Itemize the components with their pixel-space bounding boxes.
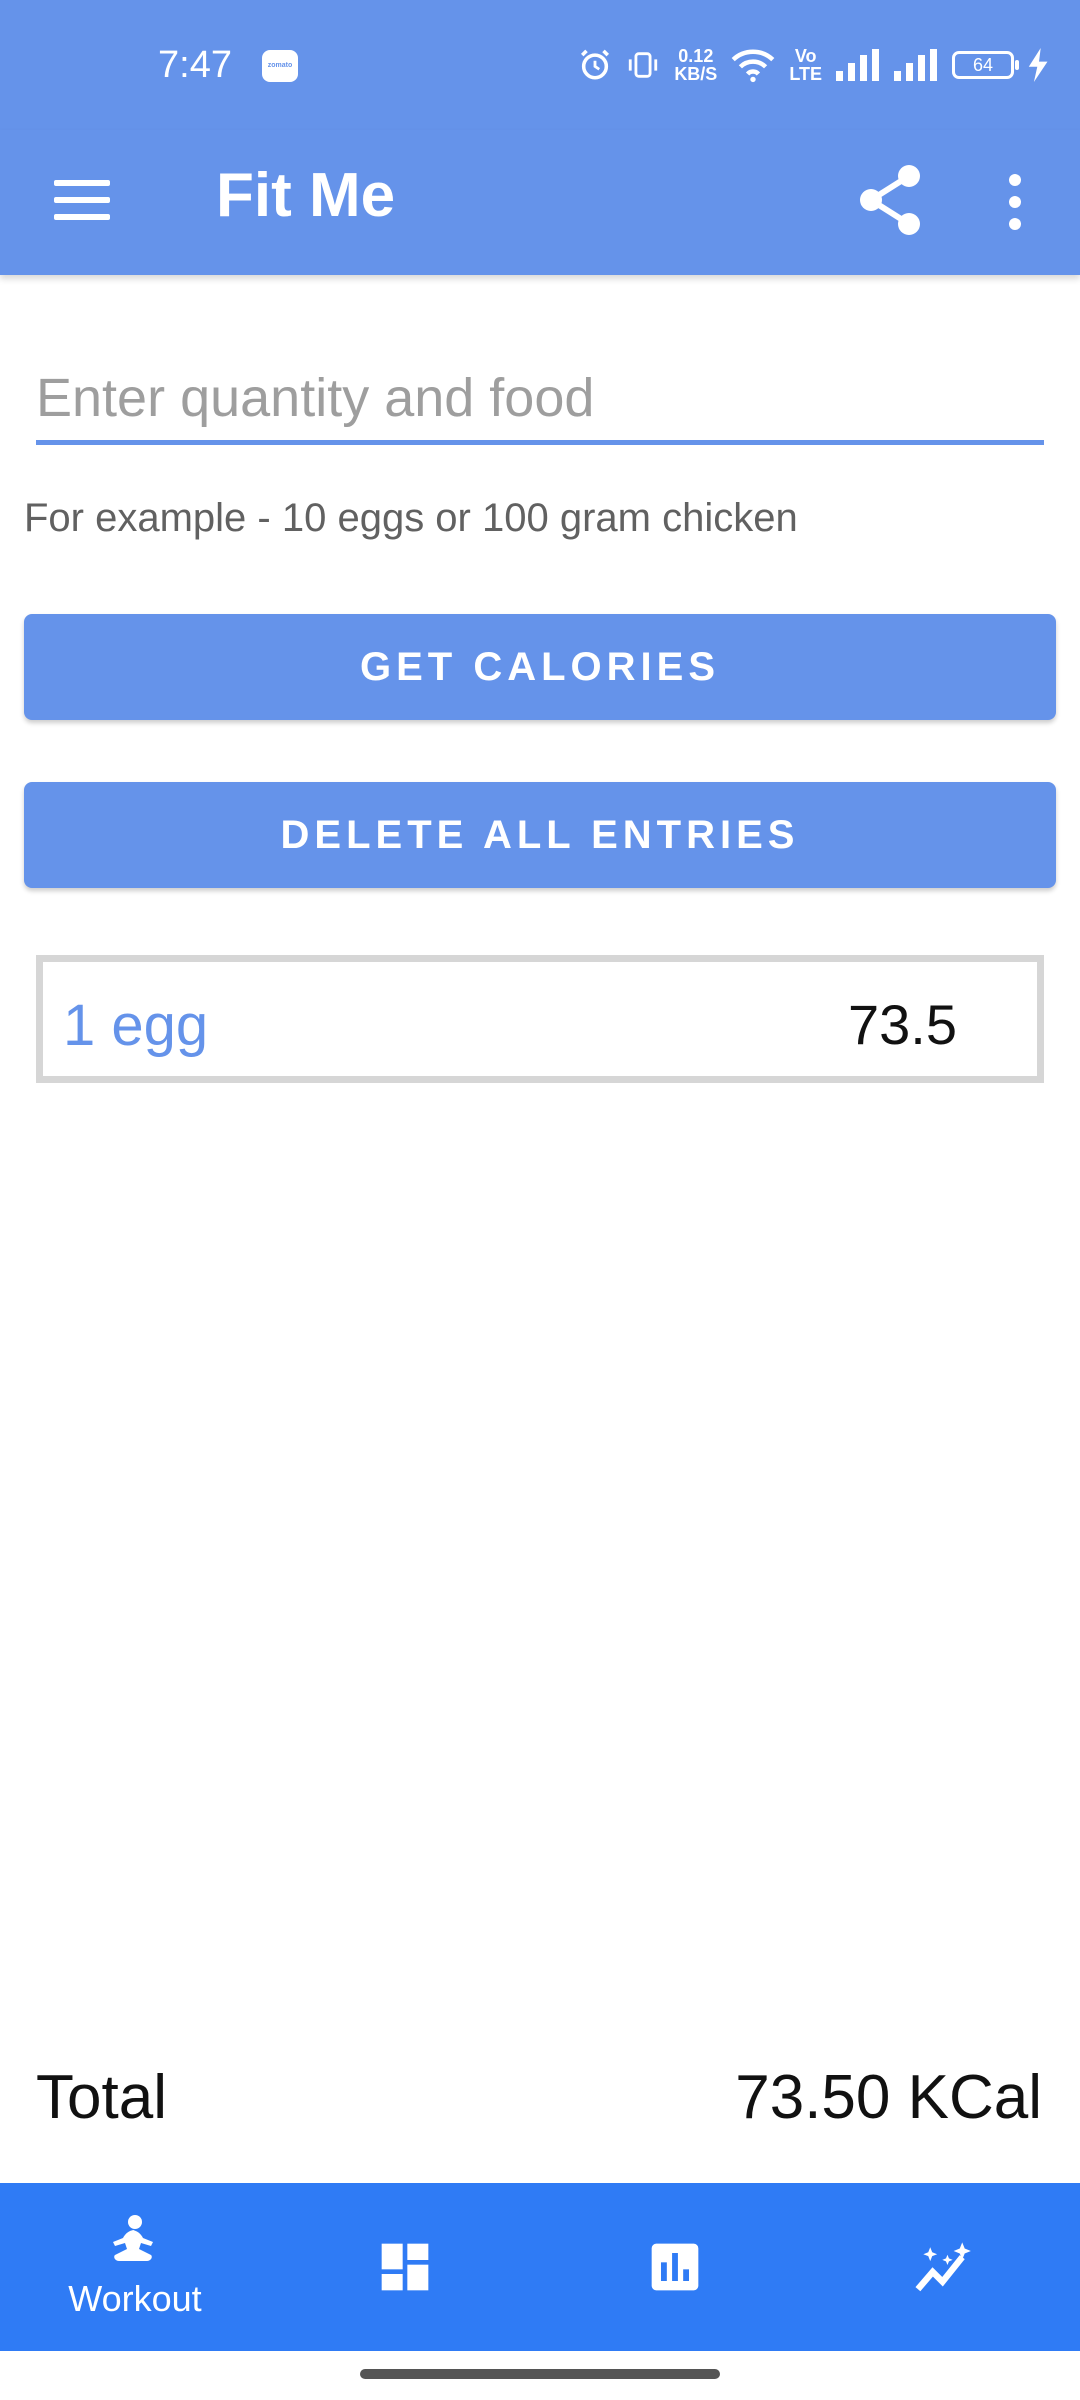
more-vert-icon[interactable] <box>995 162 1035 242</box>
net-speed-value: 0.12 <box>678 46 714 66</box>
home-indicator[interactable] <box>360 2369 720 2379</box>
net-speed: 0.12 KB/S <box>674 47 717 83</box>
nav-stats[interactable] <box>540 2183 810 2351</box>
dashboard-icon <box>381 2243 429 2291</box>
vibrate-icon <box>629 52 658 78</box>
volte-top: Vo <box>794 46 817 66</box>
insights-icon <box>915 2242 971 2292</box>
charging-icon <box>1028 48 1048 82</box>
delete-all-label: DELETE ALL ENTRIES <box>280 812 800 857</box>
get-calories-label: GET CALORIES <box>359 644 721 689</box>
list-item[interactable]: 1 egg 73.5 <box>36 955 1044 1083</box>
app-title: Fit Me <box>216 161 396 230</box>
battery-level: 64 <box>972 55 994 75</box>
get-calories-button[interactable]: GET CALORIES <box>24 614 1056 720</box>
signal-icon <box>836 49 879 81</box>
total-value: 73.50 KCal <box>735 2063 1042 2132</box>
status-time: 7:47 <box>158 44 232 86</box>
app-bar: Fit Me <box>0 130 1080 275</box>
alarm-icon <box>581 49 610 80</box>
delete-all-entries-button[interactable]: DELETE ALL ENTRIES <box>24 782 1056 888</box>
signal-icon-2 <box>894 49 937 81</box>
meditation-icon <box>113 2215 153 2261</box>
status-icons: 0.12 KB/S Vo LTE 64 <box>578 40 1050 90</box>
volte-bottom: LTE <box>789 64 822 84</box>
entry-calories: 73.5 <box>848 993 957 1056</box>
bar-chart-icon <box>651 2243 699 2291</box>
battery-icon: 64 <box>952 51 1019 79</box>
food-input[interactable] <box>36 355 1044 445</box>
nav-insights[interactable] <box>810 2183 1080 2351</box>
share-icon[interactable] <box>855 160 927 240</box>
hamburger-icon[interactable] <box>54 170 114 230</box>
total-label: Total <box>36 2063 167 2132</box>
zomato-notification-icon: zomato <box>262 50 298 82</box>
notification-app-label: zomato <box>267 62 293 69</box>
nav-workout-label: Workout <box>68 2278 202 2319</box>
bottom-nav: Workout <box>0 2183 1080 2351</box>
nav-workout[interactable]: Workout <box>0 2183 270 2351</box>
volte-icon: Vo LTE <box>789 47 822 83</box>
nav-dashboard[interactable] <box>270 2183 540 2351</box>
wifi-icon <box>731 49 775 83</box>
entry-food[interactable]: 1 egg <box>63 992 208 1059</box>
hint-text: For example - 10 eggs or 100 gram chicke… <box>24 496 798 540</box>
net-speed-unit: KB/S <box>674 64 718 84</box>
status-bar: 7:47 zomato 0.12 KB/S Vo LTE 64 <box>0 0 1080 130</box>
